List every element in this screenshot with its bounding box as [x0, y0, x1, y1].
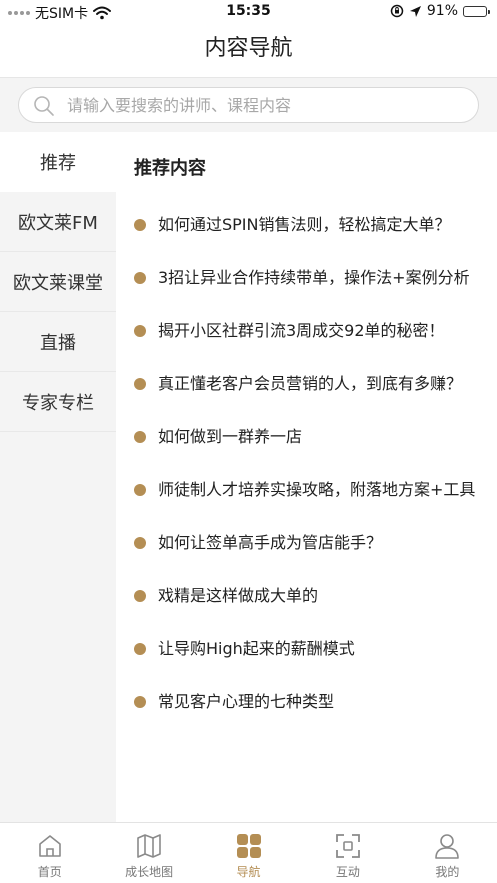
list-item[interactable]: 师徒制人才培养实操攻略，附落地方案+工具	[134, 463, 479, 516]
list-item-title: 师徒制人才培养实操攻略，附落地方案+工具	[158, 479, 476, 499]
user-icon	[435, 834, 460, 859]
list-item[interactable]: 如何做到一群养一店	[134, 410, 479, 463]
list-item-title: 如何通过SPIN销售法则，轻松搞定大单？	[158, 214, 451, 234]
search-area	[0, 78, 497, 132]
search-icon	[34, 96, 54, 116]
list-item[interactable]: 常见客户心理的七种类型	[134, 675, 479, 728]
list-item[interactable]: 让导购High起来的薪酬模式	[134, 622, 479, 675]
sidebar-item-live[interactable]: 直播	[0, 312, 116, 372]
section-title: 推荐内容	[134, 158, 206, 179]
list-item[interactable]: 3招让异业合作持续带单，操作法+案例分析	[134, 251, 479, 304]
list-item[interactable]: 戏精是这样做成大单的	[134, 569, 479, 622]
home-icon	[38, 835, 61, 857]
sidebar-item-fm[interactable]: 欧文莱FM	[0, 192, 116, 252]
bullet-icon	[134, 483, 146, 496]
bullet-icon	[134, 377, 146, 390]
content-list: 如何通过SPIN销售法则，轻松搞定大单？ 3招让异业合作持续带单，操作法+案例分…	[134, 198, 479, 728]
tab-label: 导航	[236, 865, 261, 879]
tab-label: 我的	[435, 865, 460, 879]
bullet-icon	[134, 324, 146, 337]
tab-growth-map[interactable]: 成长地图	[99, 823, 198, 883]
list-item[interactable]: 真正懂老客户会员营销的人，到底有多赚？	[134, 357, 479, 410]
search-box[interactable]	[18, 87, 479, 123]
sidebar-item-classroom[interactable]: 欧文莱课堂	[0, 252, 116, 312]
battery-percent: 91%	[426, 3, 458, 19]
tab-navigation[interactable]: 导航	[199, 823, 298, 883]
list-item-title: 揭开小区社群引流3周成交92单的秘密！	[158, 320, 445, 340]
tab-label: 互动	[335, 865, 360, 879]
list-item[interactable]: 如何通过SPIN销售法则，轻松搞定大单？	[134, 198, 479, 251]
sidebar-item-recommend[interactable]: 推荐	[0, 132, 116, 192]
search-input[interactable]	[67, 88, 467, 122]
content-panel: 推荐内容 如何通过SPIN销售法则，轻松搞定大单？ 3招让异业合作持续带单，操作…	[116, 132, 497, 822]
bullet-icon	[134, 218, 146, 231]
list-item-title: 3招让异业合作持续带单，操作法+案例分析	[158, 267, 470, 287]
scan-icon	[336, 834, 360, 858]
bullet-icon	[134, 589, 146, 602]
map-icon	[137, 834, 161, 858]
bullet-icon	[134, 430, 146, 443]
bullet-icon	[134, 536, 146, 549]
list-item[interactable]: 如何让签单高手成为管店能手？	[134, 516, 479, 569]
tab-interact[interactable]: 互动	[298, 823, 397, 883]
bullet-icon	[134, 271, 146, 284]
tab-home[interactable]: 首页	[0, 823, 99, 883]
list-item-title: 真正懂老客户会员营销的人，到底有多赚？	[158, 373, 463, 393]
list-item[interactable]: 揭开小区社群引流3周成交92单的秘密！	[134, 304, 479, 357]
list-item-title: 如何做到一群养一店	[158, 426, 303, 446]
orientation-lock-icon	[390, 4, 404, 18]
list-item-title: 戏精是这样做成大单的	[158, 585, 319, 605]
battery-icon	[463, 5, 490, 17]
tab-label: 首页	[37, 865, 62, 879]
list-item-title: 让导购High起来的薪酬模式	[158, 638, 355, 658]
status-bar: 无SIM卡 15:35 91%	[0, 0, 497, 24]
bullet-icon	[134, 695, 146, 708]
status-right: 91%	[390, 3, 490, 19]
page-title: 内容导航	[204, 36, 293, 61]
list-item-title: 常见客户心理的七种类型	[158, 691, 335, 711]
category-sidebar: 推荐 欧文莱FM 欧文莱课堂 直播 专家专栏	[0, 132, 116, 822]
bullet-icon	[134, 642, 146, 655]
tab-label: 成长地图	[125, 865, 174, 879]
bottom-tab-bar: 首页 成长地图 导航 互动 我的	[0, 822, 497, 883]
tab-mine[interactable]: 我的	[398, 823, 497, 883]
grid-icon	[236, 834, 261, 858]
list-item-title: 如何让签单高手成为管店能手？	[158, 532, 383, 552]
location-icon	[409, 5, 421, 17]
sidebar-item-experts[interactable]: 专家专栏	[0, 372, 116, 432]
